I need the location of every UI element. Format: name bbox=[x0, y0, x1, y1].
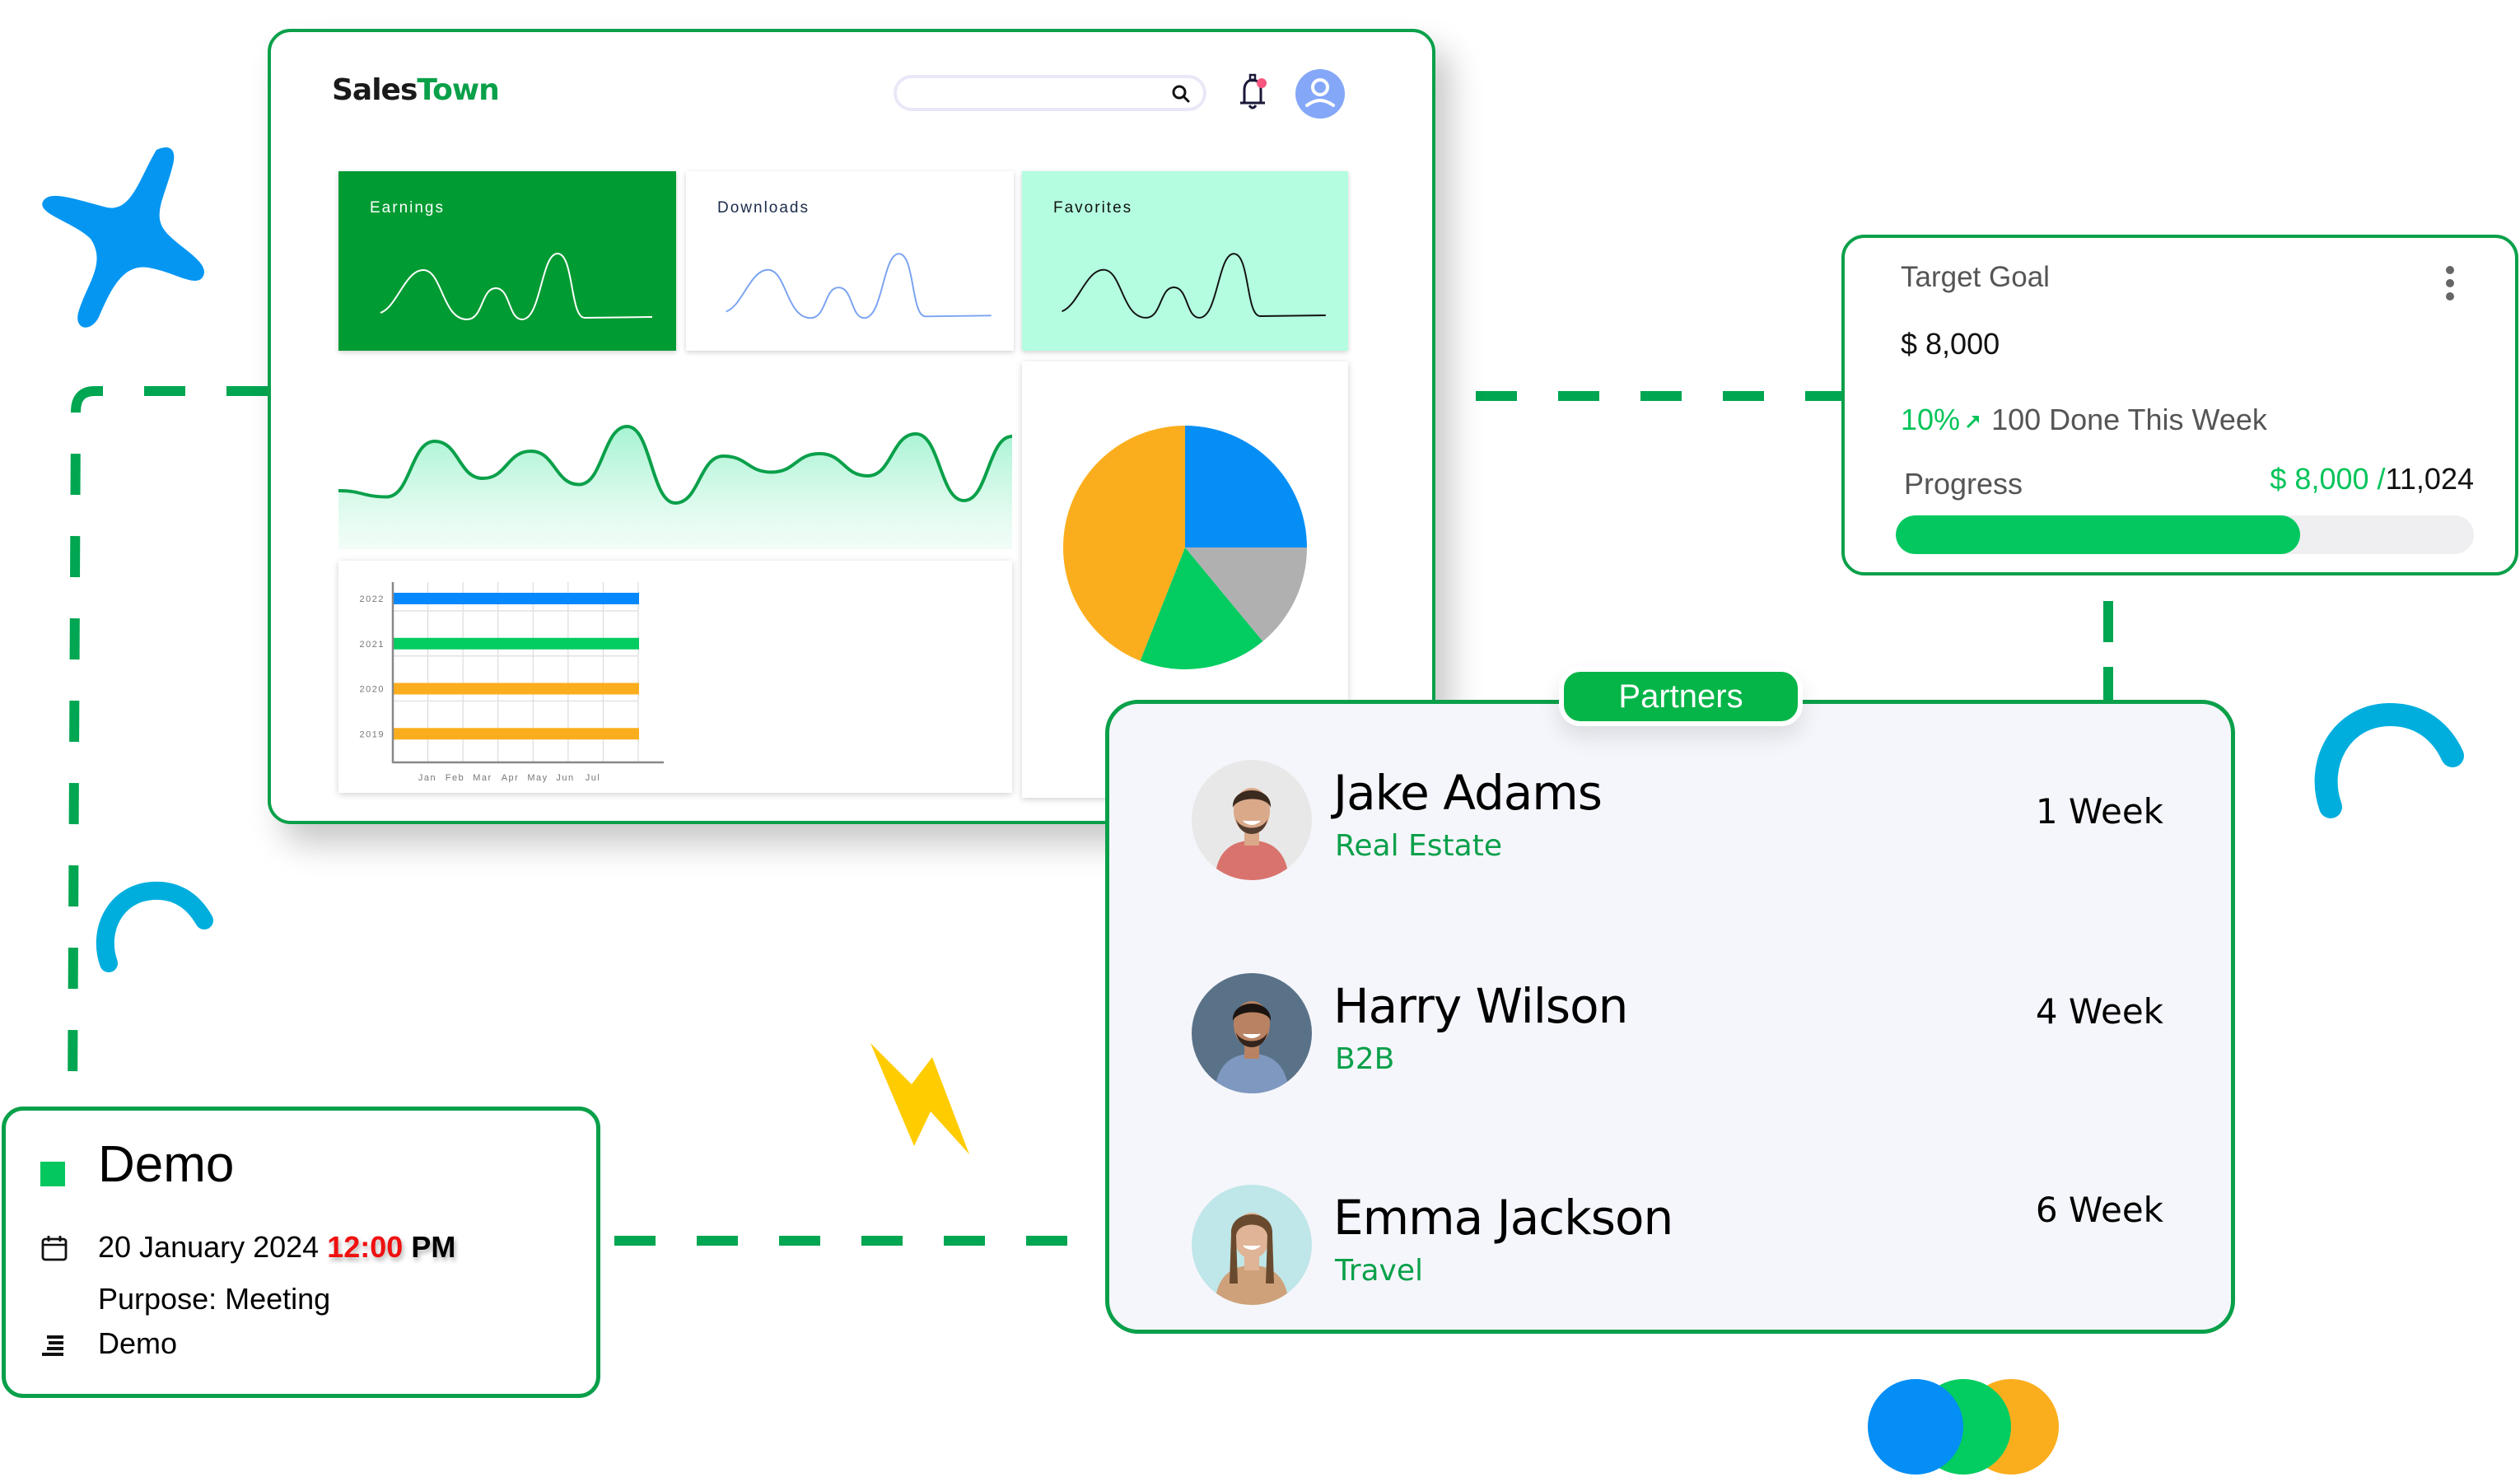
event-title: Demo bbox=[98, 1136, 235, 1193]
target-goal-amount: $ 8,000 bbox=[1901, 327, 2000, 361]
logo-part2: Town bbox=[417, 73, 499, 107]
change-percent: 10% bbox=[1901, 403, 1961, 436]
event-color-marker bbox=[40, 1162, 65, 1186]
partner-avatar bbox=[1192, 973, 1312, 1093]
bar-chart: 2022 2021 2020 2019 Jan Feb Mar Apr May Jun Jul bbox=[360, 582, 664, 783]
cyan-arc-left-decoration bbox=[91, 873, 222, 980]
x-tick-label: Feb bbox=[446, 773, 464, 783]
stat-card-favorites[interactable]: Favorites bbox=[1022, 171, 1348, 351]
partner-name: Jake Adams bbox=[1333, 765, 1603, 821]
app-logo[interactable]: SalesTown bbox=[332, 73, 500, 107]
sparkline bbox=[726, 253, 992, 319]
partner-row[interactable]: Jake Adams Real Estate 1 Week bbox=[1192, 760, 2163, 883]
target-goal-title: Target Goal bbox=[1901, 261, 2050, 293]
event-notes: Demo bbox=[98, 1326, 178, 1360]
partner-avatar bbox=[1192, 760, 1312, 880]
progress-separator: / bbox=[2377, 462, 2386, 496]
y-tick-label: 2020 bbox=[360, 685, 385, 695]
progress-value: $ 8,000 /11,024 bbox=[2270, 462, 2474, 496]
progress-bar-fill bbox=[1896, 515, 2301, 554]
x-tick-label: Jan bbox=[418, 773, 436, 783]
connector-dashboard-to-demo bbox=[68, 386, 268, 1107]
y-tick-label: 2021 bbox=[360, 640, 385, 650]
blue-circle bbox=[1868, 1379, 1963, 1475]
target-goal-card: Target Goal $ 8,000 10% 100 Done This Wee… bbox=[1841, 235, 2518, 575]
x-tick-label: Jun bbox=[556, 773, 574, 783]
logo-part1: Sales bbox=[332, 73, 418, 107]
y-tick-label: 2019 bbox=[360, 729, 385, 739]
partner-duration: 4 Week bbox=[2035, 991, 2163, 1032]
person-photo bbox=[1215, 788, 1289, 880]
arrow-up-right-icon bbox=[1967, 416, 1980, 429]
person-photo bbox=[1215, 1213, 1289, 1305]
lightning-icon bbox=[870, 1043, 969, 1154]
partner-row[interactable]: Emma Jackson Travel 6 Week bbox=[1192, 1185, 2163, 1308]
stat-card-earnings[interactable]: Earnings bbox=[338, 171, 676, 351]
event-date: 20 January 2024 bbox=[98, 1230, 320, 1264]
event-meridiem: PM bbox=[411, 1230, 456, 1264]
line-chart bbox=[338, 424, 1012, 549]
color-circles-decoration bbox=[1866, 1377, 2064, 1477]
partners-card: Jake Adams Real Estate 1 Week Harry Wils… bbox=[1105, 700, 2235, 1334]
stat-card-downloads[interactable]: Downloads bbox=[686, 171, 1014, 351]
bar-2022 bbox=[394, 593, 639, 604]
partner-duration: 1 Week bbox=[2035, 791, 2163, 832]
progress-label: Progress bbox=[1904, 467, 2023, 501]
progress-total: 11,024 bbox=[2385, 462, 2474, 496]
notification-dot bbox=[1257, 78, 1267, 88]
partner-name: Emma Jackson bbox=[1333, 1190, 1673, 1246]
partners-badge[interactable]: Partners bbox=[1559, 667, 1803, 726]
event-purpose: Purpose: Meeting bbox=[98, 1282, 331, 1316]
cyan-arc-right-decoration bbox=[2306, 692, 2471, 832]
sparkline bbox=[1062, 253, 1326, 319]
x-tick-label: Apr bbox=[502, 773, 520, 783]
bar-2020 bbox=[394, 683, 639, 695]
partner-name: Harry Wilson bbox=[1333, 978, 1628, 1034]
weekly-progress: 10% 100 Done This Week bbox=[1901, 403, 2267, 437]
partner-role: B2B bbox=[1335, 1042, 1395, 1076]
arc-icon bbox=[2314, 703, 2464, 818]
blue-star-decoration bbox=[33, 132, 214, 329]
demo-event-card: Demo 20 January 2024 12:00 PM Purpose: M… bbox=[2, 1107, 600, 1398]
sparkline-path bbox=[380, 252, 653, 321]
person-photo bbox=[1215, 1001, 1289, 1093]
line-chart-area bbox=[338, 426, 1012, 549]
user-icon bbox=[1305, 78, 1335, 107]
progress-current: $ 8,000 bbox=[2270, 462, 2369, 496]
bar-2019 bbox=[394, 728, 639, 740]
search-icon[interactable] bbox=[1170, 83, 1192, 109]
arc-icon bbox=[96, 881, 213, 972]
bar-2021 bbox=[394, 637, 639, 650]
calendar-icon bbox=[40, 1234, 68, 1266]
x-tick-label: May bbox=[527, 773, 548, 783]
x-tick-label: Mar bbox=[473, 773, 492, 783]
y-tick-label: 2022 bbox=[360, 594, 385, 604]
progress-bar bbox=[1896, 515, 2474, 554]
pie-slice-blue bbox=[1185, 426, 1307, 547]
star-icon bbox=[42, 147, 205, 328]
partner-row[interactable]: Harry Wilson B2B 4 Week bbox=[1192, 973, 2163, 1097]
x-tick-label: Jul bbox=[586, 773, 601, 783]
search-input[interactable] bbox=[912, 78, 1175, 108]
lightning-decoration bbox=[866, 1039, 982, 1162]
sparkline-path bbox=[726, 253, 992, 319]
event-time: 12:00 bbox=[327, 1230, 404, 1264]
partner-duration: 6 Week bbox=[2035, 1190, 2163, 1230]
sparkline-path bbox=[1062, 253, 1326, 319]
bell-icon bbox=[1240, 73, 1267, 109]
user-avatar-button[interactable] bbox=[1295, 69, 1345, 119]
partner-role: Travel bbox=[1335, 1254, 1424, 1288]
align-lines-icon bbox=[40, 1333, 67, 1362]
notification-button[interactable] bbox=[1234, 72, 1272, 119]
sparkline bbox=[380, 252, 653, 321]
search-bar[interactable] bbox=[894, 75, 1206, 111]
partner-role: Real Estate bbox=[1335, 829, 1502, 863]
kebab-menu-icon[interactable] bbox=[2444, 266, 2456, 305]
bar-chart-card: 2022 2021 2020 2019 Jan Feb Mar Apr May Jun Jul bbox=[338, 561, 1012, 793]
event-datetime: 20 January 2024 12:00 PM bbox=[98, 1230, 455, 1265]
week-text: 100 Done This Week bbox=[1991, 403, 2267, 436]
partner-avatar bbox=[1192, 1185, 1312, 1305]
